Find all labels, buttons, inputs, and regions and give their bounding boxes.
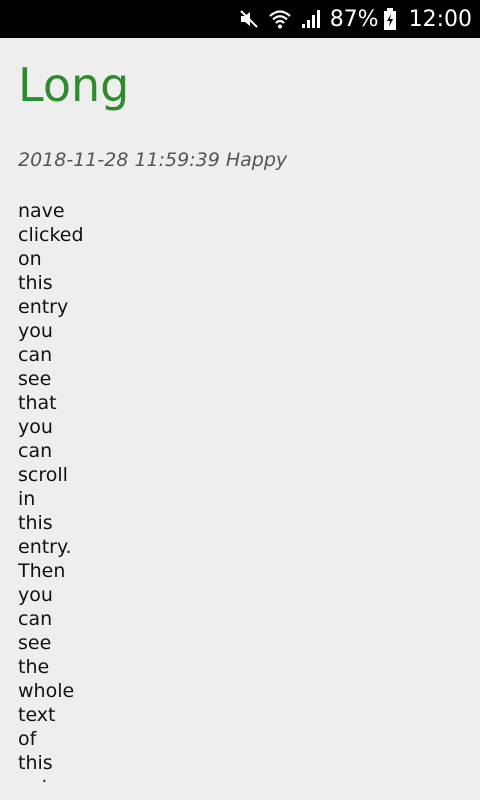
body-word: this: [18, 752, 53, 774]
battery-charging-icon: [383, 7, 397, 31]
body-word: of: [18, 728, 37, 750]
body-word: entry.: [18, 536, 72, 558]
entry-body: nave clicked on this entry you can see that you ca…: [18, 199, 88, 782]
body-word: you: [18, 320, 53, 342]
body-word: nave: [18, 200, 65, 222]
body-word: can: [18, 608, 53, 630]
body-word: can: [18, 344, 53, 366]
body-word: entry: [18, 296, 69, 318]
entry-title: Long: [18, 58, 130, 112]
wifi-icon: [268, 8, 292, 30]
status-bar: 87% 12:00: [0, 0, 480, 38]
body-word: Then: [18, 560, 66, 582]
body-word: the: [18, 656, 50, 678]
signal-icon: [300, 8, 322, 30]
body-word: this: [18, 272, 53, 294]
status-time: 12:00: [408, 6, 472, 32]
body-word: text: [18, 704, 56, 726]
body-word: this: [18, 512, 53, 534]
body-word: entry: [18, 775, 88, 782]
body-word: clicked: [18, 224, 84, 246]
mute-icon: [238, 8, 260, 30]
body-word: scroll: [18, 464, 68, 486]
body-word: that: [18, 392, 57, 414]
entry-meta: 2018-11-28 11:59:39 Happy: [18, 149, 288, 171]
body-word: you: [18, 584, 53, 606]
entry-body-scroll[interactable]: nave clicked on this entry you can see that you ca…: [0, 199, 480, 782]
body-word: in: [18, 488, 36, 510]
battery-percent: 87%: [329, 6, 379, 32]
body-word: you: [18, 416, 53, 438]
body-word: on: [18, 248, 42, 270]
body-word: whole: [18, 680, 75, 702]
body-word: can: [18, 440, 53, 462]
body-word: see: [18, 632, 52, 654]
body-word: see: [18, 368, 52, 390]
